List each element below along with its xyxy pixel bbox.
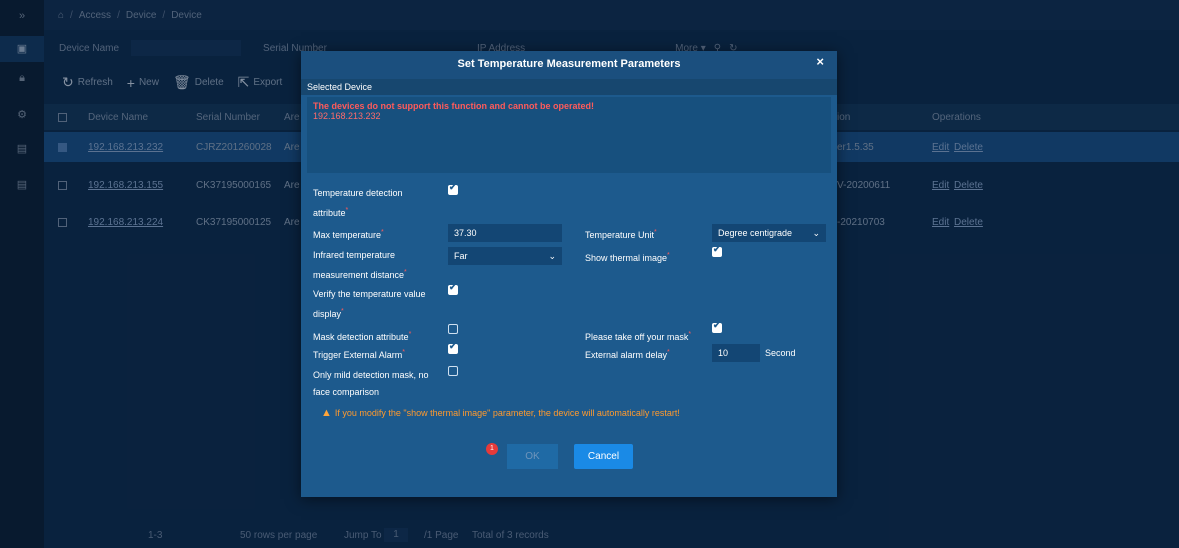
temperature-params-dialog: Set Temperature Measurement Parameters ×… (301, 51, 837, 497)
show-thermal-checkbox[interactable] (712, 244, 722, 257)
mild-mask-checkbox[interactable] (448, 366, 458, 376)
label-line: face comparison (313, 387, 380, 397)
label-line: Show thermal image (585, 253, 668, 263)
ok-button[interactable]: OK (507, 444, 558, 469)
chevron-down-icon: ⌄ (812, 228, 820, 238)
verify-temp-checkbox[interactable] (448, 282, 458, 295)
alarm-delay-unit: Second (765, 348, 796, 358)
max-temp-label: Max temperature* (313, 229, 384, 240)
dialog-title: Set Temperature Measurement Parameters (301, 51, 837, 79)
temp-unit-label: Temperature Unit* (585, 229, 657, 240)
label-line: Please take off your mask (585, 332, 689, 342)
restart-warning: ▲ If you modify the "show thermal image" … (321, 407, 680, 419)
unsupported-error: The devices do not support this function… (313, 101, 595, 111)
ir-distance-label: Infrared temperature measurement distanc… (313, 250, 407, 280)
warning-text: If you modify the "show thermal image" p… (334, 408, 680, 418)
temp-detection-checkbox[interactable] (448, 182, 458, 195)
mask-detection-checkbox[interactable] (448, 324, 458, 334)
label-line: Trigger External Alarm (313, 350, 403, 360)
label-line: Infrared temperature (313, 250, 396, 260)
chevron-down-icon: ⌄ (548, 251, 556, 261)
warning-icon: ▲ (321, 407, 332, 419)
temp-detection-label: Temperature detection attribute* (313, 188, 403, 218)
selected-device-header: Selected Device (301, 79, 837, 95)
label-line: Verify the temperature value (313, 289, 426, 299)
show-thermal-label: Show thermal image* (585, 252, 670, 263)
temp-unit-select[interactable]: Degree centigrade ⌄ (712, 224, 826, 242)
label-line: Temperature Unit (585, 230, 655, 240)
max-temp-input[interactable]: 37.30 (448, 224, 562, 242)
close-icon[interactable]: × (816, 54, 824, 69)
error-badge: 1 (486, 443, 498, 455)
take-off-mask-checkbox[interactable] (712, 320, 722, 333)
verify-temp-label: Verify the temperature value display* (313, 289, 426, 319)
take-off-mask-label: Please take off your mask* (585, 331, 692, 342)
label-line: Temperature detection (313, 188, 403, 198)
temp-unit-value: Degree centigrade (718, 228, 793, 238)
label-line: measurement distance (313, 270, 405, 280)
trigger-alarm-checkbox[interactable] (448, 341, 458, 354)
label-line: Only mild detection mask, no (313, 370, 429, 380)
label-line: display (313, 309, 342, 319)
label-line: attribute (313, 208, 346, 218)
alarm-delay-label: External alarm delay* (585, 349, 670, 360)
label-line: External alarm delay (585, 350, 668, 360)
label-line: Max temperature (313, 230, 382, 240)
cancel-button[interactable]: Cancel (574, 444, 633, 469)
mask-detection-label: Mask detection attribute* (313, 331, 412, 342)
trigger-alarm-label: Trigger External Alarm* (313, 349, 405, 360)
ir-distance-value: Far (454, 251, 468, 261)
ir-distance-select[interactable]: Far ⌄ (448, 247, 562, 265)
unsupported-device-ip: 192.168.213.232 (313, 111, 381, 121)
alarm-delay-input[interactable]: 10 (712, 344, 760, 362)
label-line: Mask detection attribute (313, 332, 409, 342)
mild-mask-label: Only mild detection mask, no face compar… (313, 367, 429, 401)
selected-device-box: The devices do not support this function… (307, 97, 831, 173)
